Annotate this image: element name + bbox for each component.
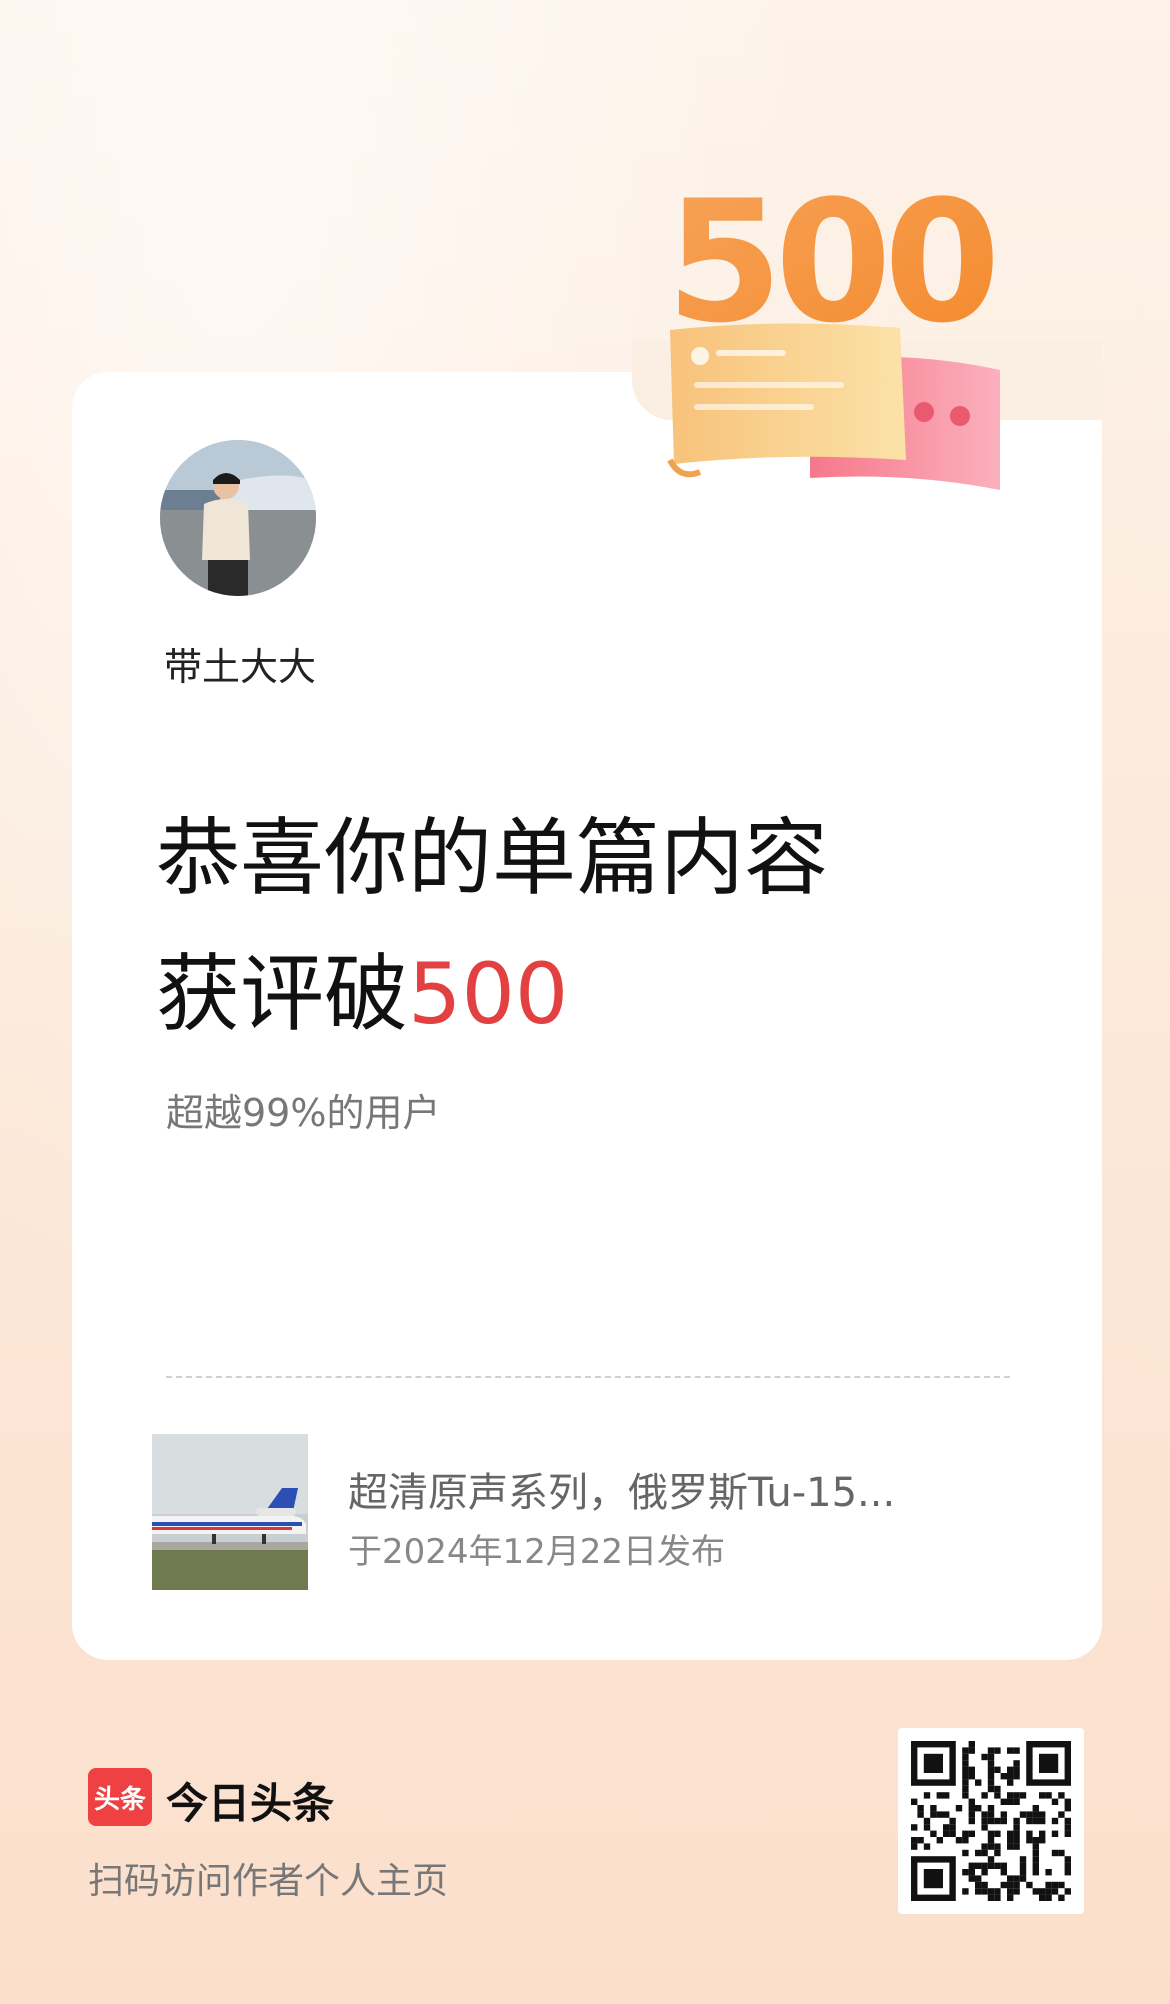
user-avatar[interactable] (160, 440, 316, 596)
headline-highlight: 500 (408, 945, 569, 1043)
article-title[interactable]: 超清原声系列，俄罗斯Tu-15... (348, 1460, 895, 1518)
headline-line2-prefix: 获评破 (156, 945, 409, 1043)
badge-500-illustration: 500 (666, 164, 1001, 490)
toutiao-logo-icon: 头条 (88, 1768, 152, 1826)
dashed-divider (166, 1376, 1010, 1378)
paper-card (670, 323, 906, 464)
headline-line2: 获评破500 (156, 926, 828, 1062)
qr-code[interactable] (898, 1728, 1084, 1914)
percentile-text: 超越99%的用户 (166, 1091, 441, 1135)
brand-name: 今日头条 (166, 1779, 335, 1828)
article-publish-date: 于2024年12月22日发布 (348, 1532, 726, 1572)
username: 带土大大 (164, 645, 317, 689)
headline: 恭喜你的单篇内容 获评破500 (156, 790, 828, 1062)
scan-hint: 扫码访问作者个人主页 (88, 1861, 449, 1902)
headline-line1: 恭喜你的单篇内容 (156, 809, 829, 907)
article-thumbnail[interactable] (152, 1434, 308, 1590)
